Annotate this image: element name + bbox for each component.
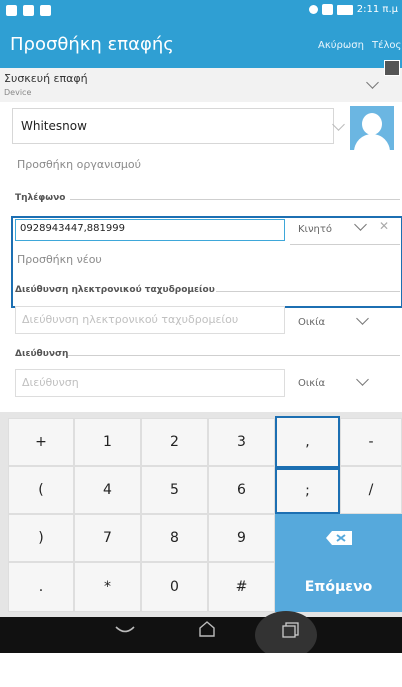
email-type-select[interactable]: Οικία [298,317,325,328]
gallery-notification-icon [40,5,51,16]
email-section-label: Διεύθυνση ηλεκτρονικού ταχυδρομείου [15,285,215,295]
key-0[interactable]: 0 [141,562,208,612]
key-3[interactable]: 3 [208,418,275,466]
nfc-icon [308,5,318,14]
email-input[interactable]: Διεύθυνση ηλεκτρονικού ταχυδρομείου [15,306,285,334]
screenshot-notification-icon [23,5,34,16]
key-dot[interactable]: . [8,562,74,612]
name-field-value: Whitesnow [21,119,87,133]
profile-card-icon[interactable] [384,60,400,76]
phone-section-divider [70,199,400,200]
contact-photo[interactable] [350,106,394,150]
avatar-head-icon [362,113,382,135]
email-placeholder: Διεύθυνση ηλεκτρονικού ταχυδρομείου [22,313,239,326]
address-type-select[interactable]: Οικία [298,378,325,389]
home-icon[interactable] [198,620,216,642]
status-time: 2:11 π.μ [356,4,398,15]
status-bar: 2:11 π.μ [0,0,402,24]
key-1[interactable]: 1 [74,418,141,466]
page-title: Προσθήκη επαφής [10,34,174,55]
key-semicolon[interactable]: ; [275,468,340,514]
next-button[interactable]: Επόμενο [275,562,402,612]
bottom-area [0,653,402,687]
avatar-body-icon [354,134,390,150]
add-organization-link[interactable]: Προσθήκη οργανισμού [17,158,141,171]
address-section-label: Διεύθυνση [15,349,69,359]
remove-phone-icon[interactable]: ✕ [379,219,389,233]
key-hash[interactable]: # [208,562,275,612]
done-button[interactable]: Τέλος [372,40,401,51]
key-open-paren[interactable]: ( [8,466,74,514]
back-icon[interactable] [114,624,136,640]
key-7[interactable]: 7 [74,514,141,562]
address-section-divider [68,355,400,356]
address-type-chevron-icon[interactable] [356,373,369,386]
status-icons-left [6,5,51,16]
email-notification-icon [6,5,17,16]
account-title: Συσκευή επαφή [4,72,88,85]
name-field[interactable]: Whitesnow [12,108,334,144]
email-type-chevron-icon[interactable] [356,312,369,325]
key-9[interactable]: 9 [208,514,275,562]
address-input[interactable]: Διεύθυνση [15,369,285,397]
key-dash[interactable]: - [340,418,402,466]
key-plus[interactable]: + [8,418,74,466]
key-6[interactable]: 6 [208,466,275,514]
account-subtitle: Device [4,88,32,97]
phone-input-value: 0928943447,881999 [20,223,125,234]
battery-icon [336,4,353,15]
key-slash[interactable]: / [340,466,402,514]
key-8[interactable]: 8 [141,514,208,562]
account-selector[interactable]: Συσκευή επαφή Device [0,68,402,102]
name-expand-chevron-icon[interactable] [332,118,345,131]
status-icons-right: 2:11 π.μ [308,4,398,15]
recents-icon[interactable] [282,622,300,642]
backspace-key[interactable] [275,514,402,562]
key-comma[interactable]: , [275,416,340,468]
phone-type-chevron-icon[interactable] [354,218,367,231]
phone-input[interactable]: 0928943447,881999 [15,219,285,241]
chevron-down-icon [366,76,379,89]
phone-section-label: Τηλέφωνο [15,193,66,203]
app-bar: Προσθήκη επαφής Ακύρωση Τέλος [0,24,402,68]
cancel-button[interactable]: Ακύρωση [318,40,364,51]
key-2[interactable]: 2 [141,418,208,466]
numeric-keypad: + 1 2 3 , - ( 4 5 6 ; / ) 7 8 9 . * 0 # … [0,412,402,617]
address-placeholder: Διεύθυνση [22,376,79,389]
add-new-phone-link[interactable]: Προσθήκη νέου [17,253,102,266]
signal-icon [321,4,333,15]
email-section-divider [216,291,400,292]
key-close-paren[interactable]: ) [8,514,74,562]
phone-type-select[interactable]: Κινητό [298,224,332,235]
key-5[interactable]: 5 [141,466,208,514]
key-star[interactable]: * [74,562,141,612]
phone-type-underline [290,244,400,245]
backspace-icon [325,531,352,545]
key-4[interactable]: 4 [74,466,141,514]
